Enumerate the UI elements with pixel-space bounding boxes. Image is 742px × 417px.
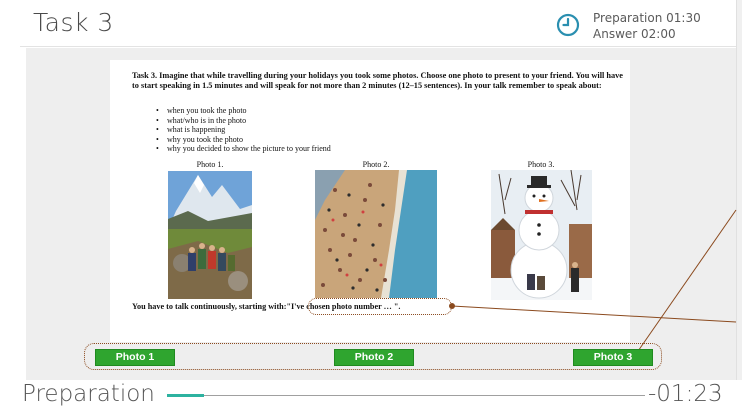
list-item: when you took the photo — [156, 106, 331, 116]
answer-time: Answer 02:00 — [593, 27, 676, 41]
time-remaining: -01:23 — [648, 381, 723, 407]
task-instructions: Task 3. Imagine that while travelling du… — [132, 71, 623, 90]
phase-label: Preparation — [22, 381, 155, 407]
list-item: why you took the photo — [156, 135, 331, 145]
progress-fill — [167, 394, 204, 397]
page-title: Task 3 — [33, 8, 114, 37]
quote-highlight — [308, 298, 452, 315]
list-item: why you decided to show the picture to y… — [156, 144, 331, 154]
photo-2-button[interactable]: Photo 2 — [334, 349, 414, 366]
photo-1-button[interactable]: Photo 1 — [95, 349, 175, 366]
photo-3-image — [491, 170, 592, 300]
title-divider — [20, 46, 736, 47]
photo-2-label: Photo 2. — [362, 160, 390, 169]
talk-points-list: when you took the photo what/who is in t… — [156, 106, 331, 154]
start-instruction-text: You have to talk continuously, starting … — [132, 302, 287, 311]
clock-icon — [556, 13, 580, 37]
preparation-time: Preparation 01:30 — [593, 11, 701, 25]
photo-3-button[interactable]: Photo 3 — [573, 349, 653, 366]
list-item: what is happening — [156, 125, 331, 135]
photo-2-image — [315, 170, 437, 298]
list-item: what/who is in the photo — [156, 116, 331, 126]
timer-info: Preparation 01:30 Answer 02:00 — [593, 10, 701, 42]
photo-1-label: Photo 1. — [196, 160, 224, 169]
progress-track — [167, 395, 645, 396]
annotation-dot — [449, 303, 455, 309]
window-edge — [736, 0, 742, 417]
photo-1-image — [168, 171, 252, 299]
photo-3-label: Photo 3. — [527, 160, 555, 169]
